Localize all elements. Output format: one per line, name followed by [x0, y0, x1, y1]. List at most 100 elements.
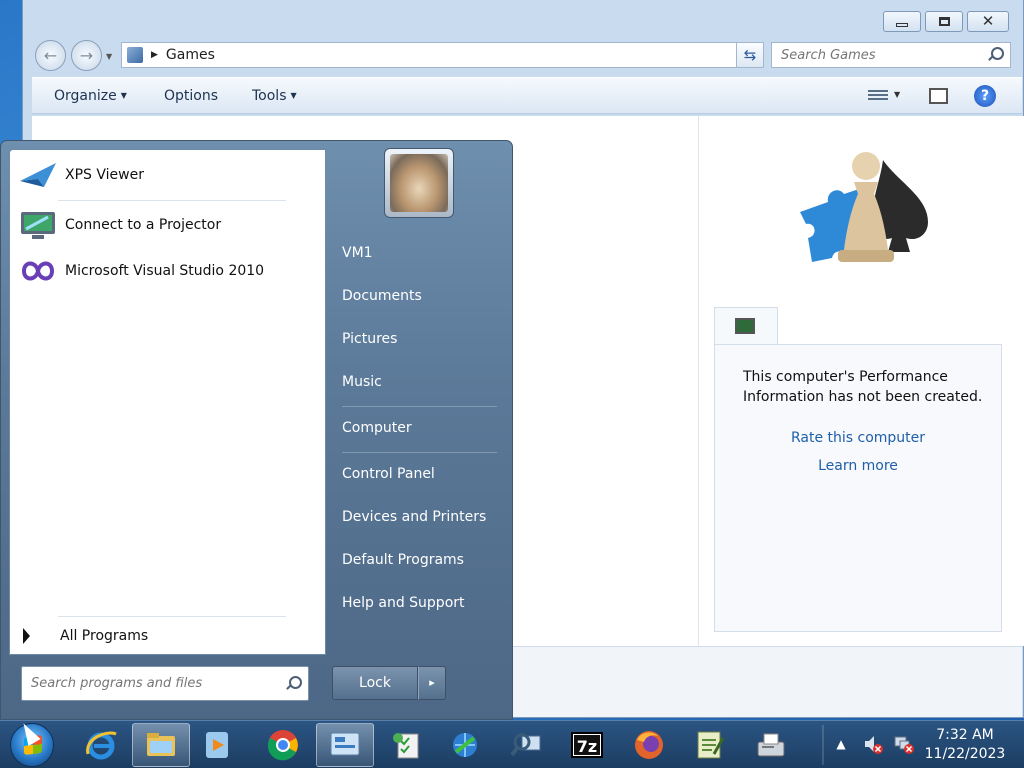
address-bar[interactable]: ▶ Games ▼ — [121, 42, 761, 68]
chevron-down-icon: ▼ — [120, 91, 127, 100]
breadcrumb-games[interactable]: Games — [166, 47, 215, 63]
divider — [58, 616, 286, 617]
program-visual-studio-2010[interactable]: Microsoft Visual Studio 2010 — [14, 251, 314, 291]
navigation-bar: ← → ▼ ▶ Games ▼ ⇆ — [33, 40, 1011, 72]
network-globe-icon — [453, 733, 477, 757]
taskbar-7zip[interactable]: 7z — [558, 723, 616, 767]
change-view-icon[interactable] — [868, 88, 888, 104]
internet-explorer-icon — [86, 731, 117, 760]
details-pane: This computer's Performance Information … — [698, 116, 1024, 646]
back-button[interactable]: ← — [35, 40, 66, 71]
link-user-folder[interactable]: VM1 — [342, 245, 373, 261]
program-label: Connect to a Projector — [65, 217, 222, 233]
taskbar-tasks-app[interactable] — [378, 723, 436, 767]
start-menu: XPS Viewer Connect to a Projector Micros… — [0, 140, 513, 720]
performance-monitor-icon — [735, 318, 755, 334]
all-programs-arrow-icon — [23, 628, 30, 644]
show-hidden-icons-button[interactable]: ▲ — [830, 733, 852, 755]
seven-zip-label: 7z — [577, 737, 597, 756]
view-options-dropdown[interactable]: ▼ — [894, 90, 900, 99]
user-picture[interactable] — [384, 148, 454, 218]
breadcrumb-arrow-icon[interactable]: ▶ — [151, 50, 158, 60]
search-computer-icon — [510, 733, 541, 757]
preview-pane-icon[interactable] — [929, 88, 948, 104]
maximize-button[interactable] — [925, 11, 963, 32]
shutdown-options-button[interactable]: ▸ — [418, 666, 446, 700]
minimize-button[interactable] — [883, 11, 921, 32]
clock-date: 11/22/2023 — [924, 746, 1006, 762]
minimize-icon — [896, 23, 908, 27]
link-documents[interactable]: Documents — [342, 288, 422, 304]
search-icon[interactable] — [986, 46, 1004, 64]
search-games-input[interactable] — [772, 47, 986, 63]
start-menu-places-panel: VM1 Documents Pictures Music Computer Co… — [327, 141, 513, 721]
projector-icon — [21, 212, 55, 239]
start-search-box[interactable] — [21, 666, 309, 701]
user-avatar-icon — [390, 154, 448, 212]
volume-muted-icon[interactable] — [862, 733, 884, 755]
taskbar-firefox[interactable] — [620, 723, 678, 767]
performance-panel: This computer's Performance Information … — [714, 344, 1002, 632]
link-help-and-support[interactable]: Help and Support — [342, 595, 465, 611]
program-xps-viewer[interactable]: XPS Viewer — [14, 155, 314, 195]
visual-studio-icon — [21, 261, 55, 281]
control-panel-icon — [330, 732, 360, 756]
notepad-app-icon — [697, 731, 725, 759]
games-folder-icon — [127, 47, 143, 63]
media-player-icon — [206, 732, 228, 758]
firefox-icon — [635, 731, 663, 759]
tray-separator — [822, 725, 824, 765]
start-search-input[interactable] — [22, 676, 284, 691]
link-default-programs[interactable]: Default Programs — [342, 552, 464, 568]
link-control-panel[interactable]: Control Panel — [342, 466, 435, 482]
options-button[interactable]: Options — [164, 88, 218, 104]
taskbar-control-panel[interactable] — [316, 723, 374, 767]
taskbar-media-player[interactable] — [188, 723, 246, 767]
chevron-down-icon: ▼ — [290, 91, 297, 100]
refresh-button[interactable]: ⇆ — [736, 42, 764, 68]
program-label: Microsoft Visual Studio 2010 — [65, 263, 265, 279]
link-music[interactable]: Music — [342, 374, 382, 390]
tools-menu[interactable]: Tools ▼ — [252, 88, 297, 104]
search-games-box[interactable] — [771, 42, 1011, 68]
command-bar: Organize ▼ Options Tools ▼ ▼ ? — [32, 77, 1022, 114]
network-disconnected-icon[interactable] — [893, 733, 915, 755]
help-icon[interactable]: ? — [974, 85, 996, 107]
games-explorer-art-icon — [800, 152, 928, 262]
system-clock[interactable]: 7:32 AM 11/22/2023 — [922, 726, 1008, 764]
taskbar-network-globe[interactable] — [436, 723, 494, 767]
maximize-icon — [938, 17, 950, 26]
program-connect-to-projector[interactable]: Connect to a Projector — [14, 205, 314, 245]
xps-viewer-icon — [20, 163, 56, 187]
recent-pages-dropdown[interactable]: ▼ — [106, 52, 112, 61]
organize-label: Organize — [54, 88, 117, 104]
chrome-icon — [267, 730, 298, 761]
taskbar-windows-explorer[interactable] — [132, 723, 190, 767]
performance-tab[interactable] — [714, 307, 778, 345]
taskbar-notepad-app[interactable] — [680, 723, 738, 767]
taskbar-chrome[interactable] — [254, 723, 312, 767]
forward-button[interactable]: → — [71, 40, 102, 71]
link-devices-and-printers[interactable]: Devices and Printers — [342, 509, 486, 525]
taskbar-search-computer[interactable] — [498, 723, 556, 767]
taskbar-internet-explorer[interactable] — [72, 723, 130, 767]
window-controls: ✕ — [883, 11, 1009, 32]
taskbar: 7z ▲ 7:32 AM 11/22/2023 — [0, 720, 1024, 768]
clock-time: 7:32 AM — [936, 727, 994, 743]
close-icon: ✕ — [981, 12, 995, 30]
divider — [58, 200, 286, 201]
all-programs-button[interactable]: All Programs — [20, 624, 310, 648]
lock-button[interactable]: Lock — [332, 666, 418, 700]
all-programs-label: All Programs — [60, 628, 149, 644]
rate-this-computer-link[interactable]: Rate this computer — [715, 430, 1001, 446]
close-button[interactable]: ✕ — [967, 11, 1009, 32]
start-menu-programs-panel: XPS Viewer Connect to a Projector Micros… — [9, 149, 326, 655]
link-computer[interactable]: Computer — [342, 420, 412, 436]
organize-menu[interactable]: Organize ▼ — [54, 88, 127, 104]
forward-arrow-icon: → — [79, 46, 94, 65]
taskbar-fax[interactable] — [742, 723, 800, 767]
link-pictures[interactable]: Pictures — [342, 331, 397, 347]
search-icon[interactable] — [284, 675, 302, 693]
seven-zip-icon: 7z — [571, 732, 603, 758]
learn-more-link[interactable]: Learn more — [715, 458, 1001, 474]
